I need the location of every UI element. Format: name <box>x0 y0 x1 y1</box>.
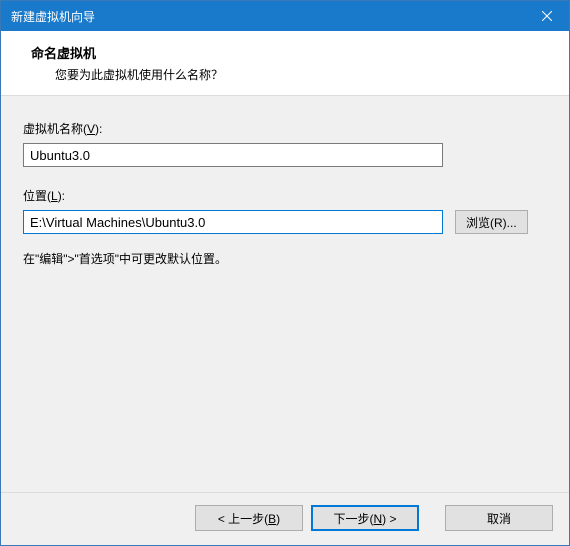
location-row: 浏览(R)... <box>23 210 547 234</box>
browse-key: R <box>494 216 503 230</box>
window-title: 新建虚拟机向导 <box>11 8 95 25</box>
back-key: B <box>268 512 276 526</box>
next-button[interactable]: 下一步(N) > <box>311 505 419 531</box>
location-hint: 在"编辑">"首选项"中可更改默认位置。 <box>23 250 547 267</box>
vm-name-label: 虚拟机名称(V): <box>23 120 547 137</box>
next-prefix: 下一步( <box>333 512 373 526</box>
location-label: 位置(L): <box>23 187 547 204</box>
vm-name-label-suffix: ): <box>95 122 102 136</box>
wizard-window: 新建虚拟机向导 命名虚拟机 您要为此虚拟机使用什么名称？ 虚拟机名称(V): 位… <box>0 0 570 546</box>
wizard-content: 虚拟机名称(V): 位置(L): 浏览(R)... 在"编辑">"首选项"中可更… <box>1 96 569 492</box>
close-button[interactable] <box>524 1 569 31</box>
location-label-suffix: ): <box>58 189 65 203</box>
vm-name-label-prefix: 虚拟机名称( <box>23 122 87 136</box>
location-label-key: L <box>51 189 58 203</box>
browse-button[interactable]: 浏览(R)... <box>455 210 528 234</box>
page-title: 命名虚拟机 <box>31 43 559 62</box>
cancel-button[interactable]: 取消 <box>445 505 553 531</box>
titlebar: 新建虚拟机向导 <box>1 1 569 31</box>
next-key: N <box>373 512 382 526</box>
browse-prefix: 浏览( <box>466 216 494 230</box>
next-suffix: ) > <box>382 512 396 526</box>
back-suffix: ) <box>276 512 280 526</box>
vm-name-label-key: V <box>87 122 95 136</box>
wizard-header: 命名虚拟机 您要为此虚拟机使用什么名称？ <box>1 31 569 96</box>
location-input[interactable] <box>23 210 443 234</box>
vm-name-input[interactable] <box>23 143 443 167</box>
close-icon <box>542 11 552 21</box>
wizard-footer: < 上一步(B) 下一步(N) > 取消 <box>1 492 569 545</box>
browse-suffix: )... <box>503 216 517 230</box>
back-button[interactable]: < 上一步(B) <box>195 505 303 531</box>
location-label-prefix: 位置( <box>23 189 51 203</box>
back-prefix: < 上一步( <box>218 512 268 526</box>
page-subtitle: 您要为此虚拟机使用什么名称？ <box>31 66 559 83</box>
